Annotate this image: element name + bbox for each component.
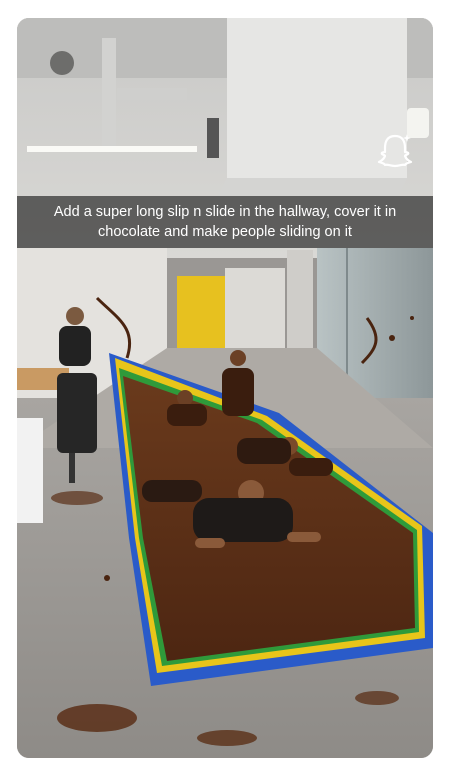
story-frame: Add a super long slip n slide in the hal… <box>17 18 433 758</box>
caption-text: Add a super long slip n slide in the hal… <box>53 204 397 240</box>
ceiling-light <box>27 146 197 152</box>
scene-photo <box>17 18 433 758</box>
snapchat-ghost-icon[interactable] <box>375 130 415 170</box>
office-chair <box>57 373 97 453</box>
hall-wall-yellow <box>177 276 225 356</box>
cabinet <box>17 418 43 523</box>
caption-bar: Add a super long slip n slide in the hal… <box>17 196 433 248</box>
